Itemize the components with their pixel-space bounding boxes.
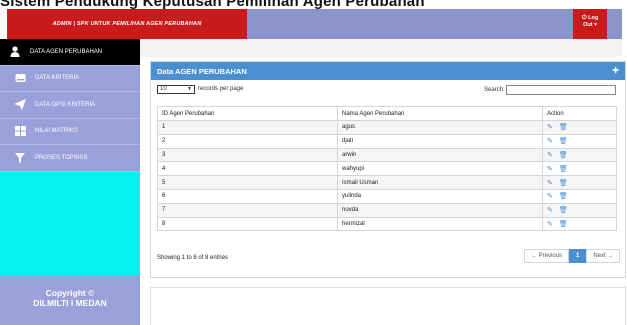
table-row: 1 agus ✎ 🗑 [157,120,617,135]
delete-icon[interactable]: 🗑 [559,221,568,228]
sidebar-item-label: PROSES TOPSISS [35,154,88,161]
sidebar-item-data-agen-perubahan[interactable]: DATA AGEN PERUBAHAN [0,39,140,66]
delete-icon[interactable]: 🗑 [559,193,568,200]
drive-icon [13,72,27,84]
cell-action: ✎ 🗑 [542,216,617,232]
edit-icon[interactable]: ✎ [547,138,553,145]
cell-action: ✎ 🗑 [542,175,617,190]
records-per-page-label: records per page [198,86,244,92]
main-content: Data AGEN PERUBAHAN ✚ 10 ▼ records per p… [140,39,627,325]
sidebar-item-label: DATA AGEN PERUBAHAN [30,48,103,55]
data-panel: Data AGEN PERUBAHAN ✚ 10 ▼ records per p… [150,61,626,278]
organization-label: DILMILTI I MEDAN [33,298,107,308]
add-icon[interactable]: ✚ [612,66,619,75]
records-per-page-select[interactable]: 10 ▼ [157,85,195,94]
delete-icon[interactable]: 🗑 [559,124,568,131]
delete-icon[interactable]: 🗑 [559,207,568,214]
edit-icon[interactable]: ✎ [547,152,553,159]
cell-id: 8 [157,216,338,232]
records-per-page-value: 10 [160,86,167,92]
delete-icon[interactable]: 🗑 [559,166,568,173]
next-page-button[interactable]: Next → [586,249,621,263]
panel-header: Data AGEN PERUBAHAN ✚ [151,62,625,80]
cell-action: ✎ 🗑 [542,147,617,163]
logout-button[interactable]: ⏻ Log Out ▾ [573,9,607,39]
column-header-id[interactable]: ID Agen Perubahan [157,106,338,121]
paper-plane-icon [13,99,27,111]
cell-name: yulinda [337,188,543,204]
grid-icon [13,125,27,137]
sidebar-item-label: DATA KRITERIA [35,75,80,82]
cell-name: agus [337,120,543,135]
top-header: ADMIN | SPK UNTUK PEMILIHAN AGEN PERUBAH… [0,9,627,39]
cell-id: 2 [157,133,338,149]
cell-name: novda [337,202,543,218]
sidebar-item-nilai-matriks[interactable]: NILAI MATRIKS [0,118,140,145]
cell-name: wahyupi [337,161,543,177]
logout-label-2: Out [583,22,593,28]
edit-icon[interactable]: ✎ [547,207,553,214]
chevron-down-icon: ▼ [187,86,192,92]
column-header-action: Action [542,106,617,121]
cell-id: 4 [157,161,338,177]
user-icon [8,46,22,58]
cell-name: djati [337,133,543,149]
copyright-label: Copyright © [45,288,95,298]
delete-icon[interactable]: 🗑 [559,138,568,145]
sidebar-item-data-opsi-kriteria[interactable]: DATA OPSI KRITERIA [0,92,140,119]
cell-action: ✎ 🗑 [542,161,617,177]
table-row: 3 arwin ✎ 🗑 [157,147,617,163]
sidebar-item-label: NILAI MATRIKS [35,128,78,135]
edit-icon[interactable]: ✎ [547,193,553,200]
table-row: 8 hermizal ✎ 🗑 [157,216,617,232]
cell-id: 1 [157,120,338,135]
table-row: 5 Ismail Usman ✎ 🗑 [157,175,617,190]
search-label: Search: [484,87,505,93]
cell-id: 6 [157,188,338,204]
table-controls: 10 ▼ records per page Search: [151,80,625,98]
previous-page-button[interactable]: ← Previous [524,249,570,263]
pagination: ← Previous 1 Next → [524,249,621,263]
content-top-band [140,39,622,57]
sidebar: DATA AGEN PERUBAHAN DATA KRITERIA DATA O… [0,39,140,325]
page-1-button[interactable]: 1 [569,249,587,263]
cell-name: hermizal [337,216,543,232]
edit-icon[interactable]: ✎ [547,124,553,131]
cell-name: arwin [337,147,543,163]
edit-icon[interactable]: ✎ [547,180,553,187]
search-input[interactable] [506,85,616,95]
header-bar [247,9,622,39]
cell-action: ✎ 🗑 [542,202,617,218]
table-row: 6 yulinda ✎ 🗑 [157,188,617,204]
sidebar-item-label: DATA OPSI KRITERIA [35,101,96,108]
column-header-nama[interactable]: Nama Agen Perubahan [337,106,543,121]
delete-icon[interactable]: 🗑 [559,180,568,187]
filter-icon [13,152,27,164]
cell-id: 5 [157,175,338,190]
table-row: 7 novda ✎ 🗑 [157,202,617,218]
cell-id: 7 [157,202,338,218]
edit-icon[interactable]: ✎ [547,221,553,228]
power-icon: ⏻ [581,15,587,21]
cell-action: ✎ 🗑 [542,188,617,204]
brand-label: ADMIN | SPK UNTUK PEMILIHAN AGEN PERUBAH… [7,9,247,39]
cell-action: ✎ 🗑 [542,133,617,149]
agen-table: ID Agen Perubahan Nama Agen Perubahan Ac… [157,106,617,232]
sidebar-item-proses-topsiss[interactable]: PROSES TOPSISS [0,145,140,172]
table-info: Showing 1 to 8 of 8 entries [157,255,229,261]
edit-icon[interactable]: ✎ [547,166,553,173]
sidebar-footer: Copyright © DILMILTI I MEDAN [0,275,140,325]
sidebar-item-data-kriteria[interactable]: DATA KRITERIA [0,65,140,92]
table-header-row: ID Agen Perubahan Nama Agen Perubahan Ac… [157,106,617,121]
logout-label: Log [588,15,599,21]
page-title: Sistem Pendukung Keputusan Pemilihan Age… [0,0,425,9]
delete-icon[interactable]: 🗑 [559,152,568,159]
panel-title: Data AGEN PERUBAHAN [157,66,247,76]
cell-action: ✎ 🗑 [542,120,617,135]
table-row: 4 wahyupi ✎ 🗑 [157,161,617,177]
cell-name: Ismail Usman [337,175,543,190]
secondary-panel [150,287,626,325]
table-row: 2 djati ✎ 🗑 [157,133,617,149]
cell-id: 3 [157,147,338,163]
